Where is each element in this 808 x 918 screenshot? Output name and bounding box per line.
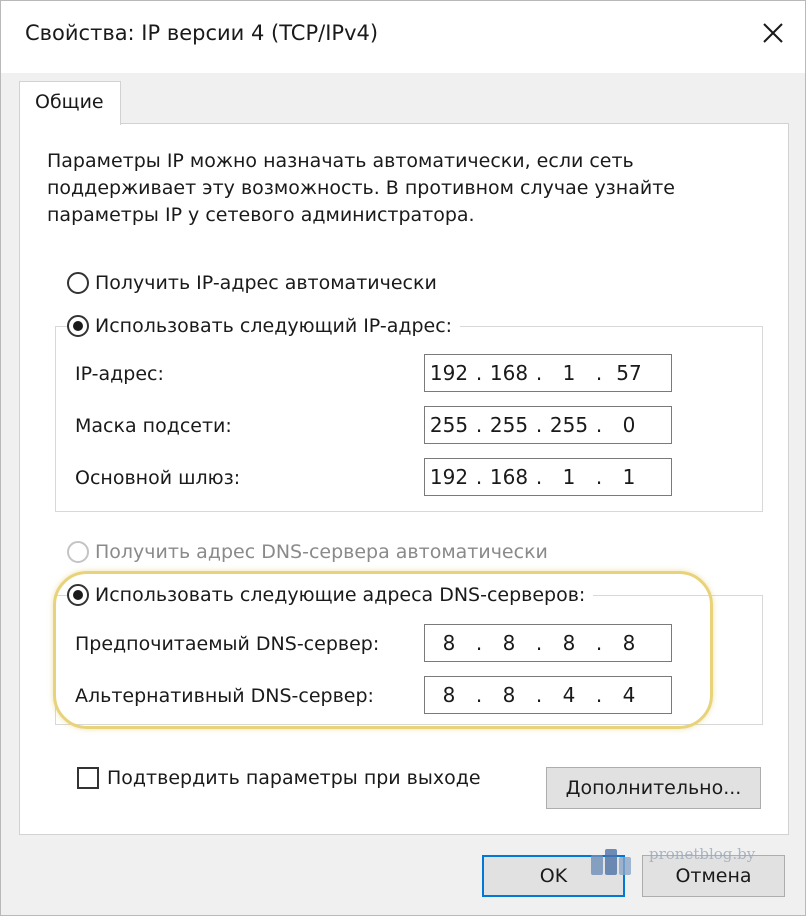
octet[interactable]: 1 [545,465,593,489]
description-text: Параметры IP можно назначать автоматичес… [47,148,747,229]
gateway-input[interactable]: 192. 168. 1. 1 [424,458,672,496]
octet[interactable]: 255 [425,413,473,437]
ip-auto-option[interactable]: Получить IP-адрес автоматически [67,272,437,294]
close-icon [763,23,783,43]
ip-manual-label: Использовать следующий IP-адрес: [95,315,453,337]
dns-auto-radio[interactable] [67,541,89,563]
octet[interactable]: 255 [545,413,593,437]
octet[interactable]: 192 [425,465,473,489]
description-line: поддерживает эту возможность. В противно… [47,177,675,199]
octet[interactable]: 4 [605,683,653,707]
octet[interactable]: 0 [605,413,653,437]
octet[interactable]: 8 [425,631,473,655]
preferred-dns-input[interactable]: 8. 8. 8. 8 [424,624,672,662]
ip-auto-radio[interactable] [67,272,89,294]
octet[interactable]: 168 [485,465,533,489]
dns-auto-option[interactable]: Получить адрес DNS-сервера автоматически [67,541,548,563]
ip-address-label: IP-адрес: [75,363,164,385]
dns-manual-radio[interactable] [67,584,89,606]
watermark: pronetblog.by [589,843,779,887]
dns-manual-label: Использовать следующие адреса DNS-сервер… [95,584,586,606]
octet[interactable]: 1 [545,361,593,385]
window-title: Свойства: IP версии 4 (TCP/IPv4) [25,21,379,45]
dns-manual-option[interactable]: Использовать следующие адреса DNS-сервер… [67,584,594,606]
preferred-dns-label: Предпочитаемый DNS-сервер: [75,633,380,655]
advanced-button[interactable]: Дополнительно... [546,767,761,809]
alternate-dns-input[interactable]: 8. 8. 4. 4 [424,676,672,714]
octet[interactable]: 255 [485,413,533,437]
watermark-text: pronetblog.by [649,845,756,863]
ip-manual-radio[interactable] [67,315,89,337]
octet[interactable]: 4 [545,683,593,707]
validate-checkbox[interactable] [77,767,99,789]
ip-address-input[interactable]: 192. 168. 1. 57 [424,354,672,392]
title-bar: Свойства: IP версии 4 (TCP/IPv4) [1,1,805,73]
description-line: параметры IP у сетевого администратора. [47,204,475,226]
description-line: Параметры IP можно назначать автоматичес… [47,150,634,172]
octet[interactable]: 8 [605,631,653,655]
alternate-dns-label: Альтернативный DNS-сервер: [75,685,374,707]
validate-label: Подтвердить параметры при выходе [107,767,481,789]
ip-auto-label: Получить IP-адрес автоматически [95,272,437,294]
subnet-mask-label: Маска подсети: [75,415,232,437]
dns-auto-label: Получить адрес DNS-сервера автоматически [95,541,548,563]
octet[interactable]: 8 [425,683,473,707]
tab-general[interactable]: Общие [19,81,121,125]
octet[interactable]: 168 [485,361,533,385]
octet[interactable]: 192 [425,361,473,385]
watermark-logo-icon [591,849,631,875]
dialog-window: Свойства: IP версии 4 (TCP/IPv4) Общие П… [0,0,806,916]
validate-option[interactable]: Подтвердить параметры при выходе [77,767,481,789]
tab-general-label: Общие [35,91,104,113]
gateway-label: Основной шлюз: [75,467,241,489]
octet[interactable]: 8 [485,631,533,655]
close-button[interactable] [755,15,791,51]
octet[interactable]: 57 [605,361,653,385]
octet[interactable]: 8 [485,683,533,707]
octet[interactable]: 1 [605,465,653,489]
octet[interactable]: 8 [545,631,593,655]
ip-manual-option[interactable]: Использовать следующий IP-адрес: [67,315,461,337]
subnet-mask-input[interactable]: 255. 255. 255. 0 [424,406,672,444]
